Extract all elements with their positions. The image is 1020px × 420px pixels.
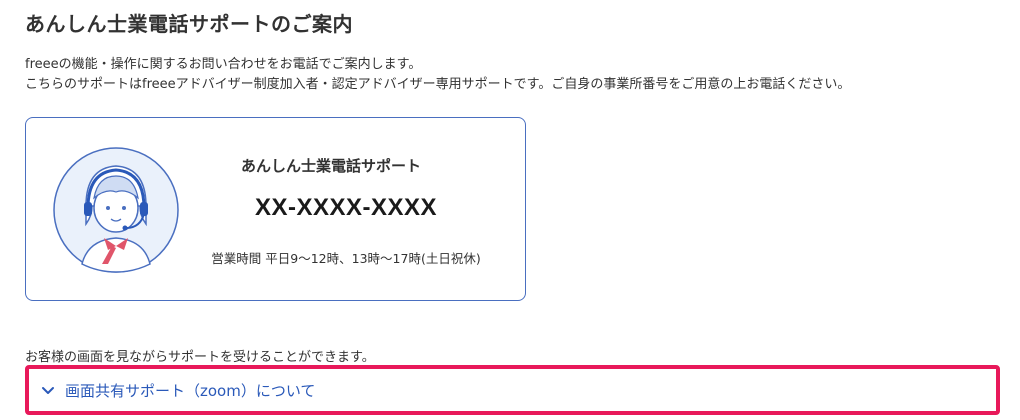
support-card-title: あんしん士業電話サポート	[240, 157, 421, 175]
chevron-down-icon	[42, 387, 54, 394]
intro-text: freeeの機能・操作に関するお問い合わせをお電話でご案内します。 こちらのサポ…	[25, 55, 850, 95]
support-phone-number[interactable]: XX-XXXX-XXXX	[176, 194, 516, 222]
screenshare-accordion-label: 画面共有サポート（zoom）について	[65, 381, 316, 400]
intro-line-1: freeeの機能・操作に関するお問い合わせをお電話でご案内します。	[25, 57, 422, 72]
screenshare-note: お客様の画面を見ながらサポートを受けることができます。	[25, 350, 375, 365]
intro-line-2: こちらのサポートはfreeeアドバイザー制度加入者・認定アドバイザー専用サポート…	[25, 77, 851, 92]
support-hours: 営業時間 平日9〜12時、13時〜17時(土日祝休)	[211, 251, 481, 266]
support-operator-icon	[53, 147, 179, 273]
page-title: あんしん士業電話サポートのご案内	[25, 12, 353, 36]
support-card: あんしん士業電話サポート XX-XXXX-XXXX 営業時間 平日9〜12時、1…	[25, 117, 526, 301]
screenshare-accordion-toggle[interactable]: 画面共有サポート（zoom）について	[25, 365, 1000, 415]
